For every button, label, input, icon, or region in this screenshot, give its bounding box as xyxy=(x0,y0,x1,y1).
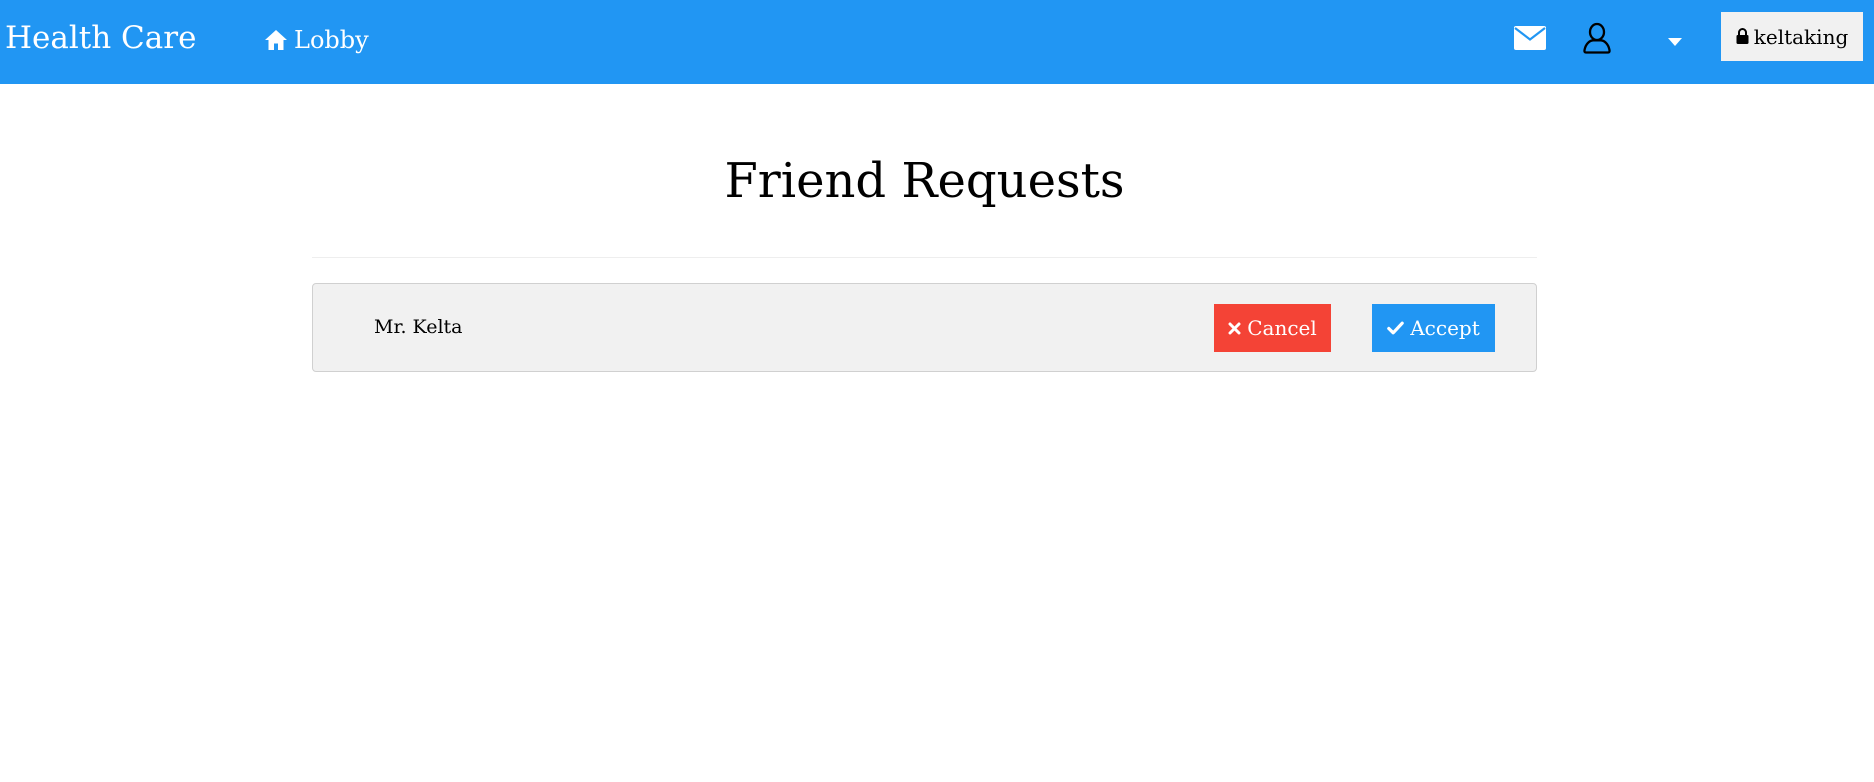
nav-lobby-label: Lobby xyxy=(294,26,369,54)
accept-label: Accept xyxy=(1410,316,1480,340)
requester-name: Mr. Kelta xyxy=(374,316,463,338)
page-title: Friend Requests xyxy=(724,153,1125,209)
messages-button[interactable] xyxy=(1511,20,1549,60)
envelope-icon xyxy=(1514,26,1546,54)
brand-link[interactable]: Health Care xyxy=(5,18,196,58)
cancel-label: Cancel xyxy=(1247,316,1317,340)
lock-icon xyxy=(1736,25,1749,49)
accept-request-button[interactable]: Accept xyxy=(1372,304,1495,352)
dropdown-toggle[interactable] xyxy=(1660,20,1690,60)
profile-button[interactable] xyxy=(1580,20,1614,60)
account-username: keltaking xyxy=(1753,24,1849,49)
home-icon xyxy=(264,29,288,51)
check-icon xyxy=(1387,316,1405,340)
user-icon xyxy=(1583,22,1611,58)
caret-down-icon xyxy=(1668,31,1682,50)
friend-request-card: Mr. Kelta Cancel Accept xyxy=(312,283,1537,372)
top-navbar: Health Care Lobby keltaking xyxy=(0,0,1874,84)
close-icon xyxy=(1228,316,1241,340)
cancel-request-button[interactable]: Cancel xyxy=(1214,304,1331,352)
title-divider xyxy=(312,257,1537,258)
nav-lobby-link[interactable]: Lobby xyxy=(264,22,369,58)
account-button[interactable]: keltaking xyxy=(1721,12,1863,61)
